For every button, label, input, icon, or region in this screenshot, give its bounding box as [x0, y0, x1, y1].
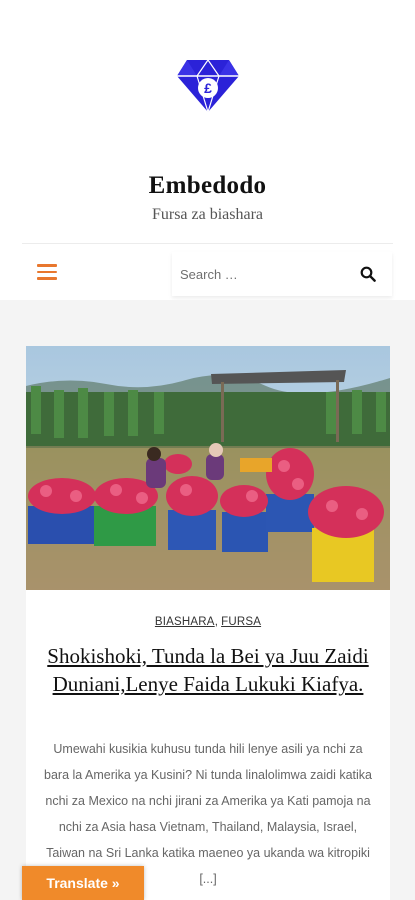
- post-categories: BIASHARA, FURSA: [26, 616, 390, 628]
- post-card: BIASHARA, FURSA Shokishoki, Tunda la Bei…: [26, 346, 390, 900]
- category-separator: ,: [214, 616, 218, 628]
- navbar: [0, 244, 415, 300]
- site-tagline: Fursa za biashara: [151, 206, 264, 223]
- translate-button[interactable]: Translate »: [22, 866, 144, 900]
- site-header: £ Embedodo Fursa za biashara: [0, 0, 415, 244]
- search-form: [172, 252, 392, 296]
- menu-icon[interactable]: [37, 264, 57, 280]
- site-title[interactable]: Embedodo: [0, 172, 415, 200]
- category-link-biashara[interactable]: BIASHARA: [155, 616, 215, 628]
- search-icon[interactable]: [360, 266, 376, 282]
- post-title-link[interactable]: Shokishoki, Tunda la Bei ya Juu Zaidi Du…: [46, 642, 370, 698]
- search-input[interactable]: [180, 252, 350, 296]
- category-link-fursa[interactable]: FURSA: [221, 616, 261, 628]
- featured-image[interactable]: [26, 346, 390, 590]
- diamond-pound-logo-icon[interactable]: £: [175, 58, 241, 114]
- svg-text:£: £: [204, 80, 212, 96]
